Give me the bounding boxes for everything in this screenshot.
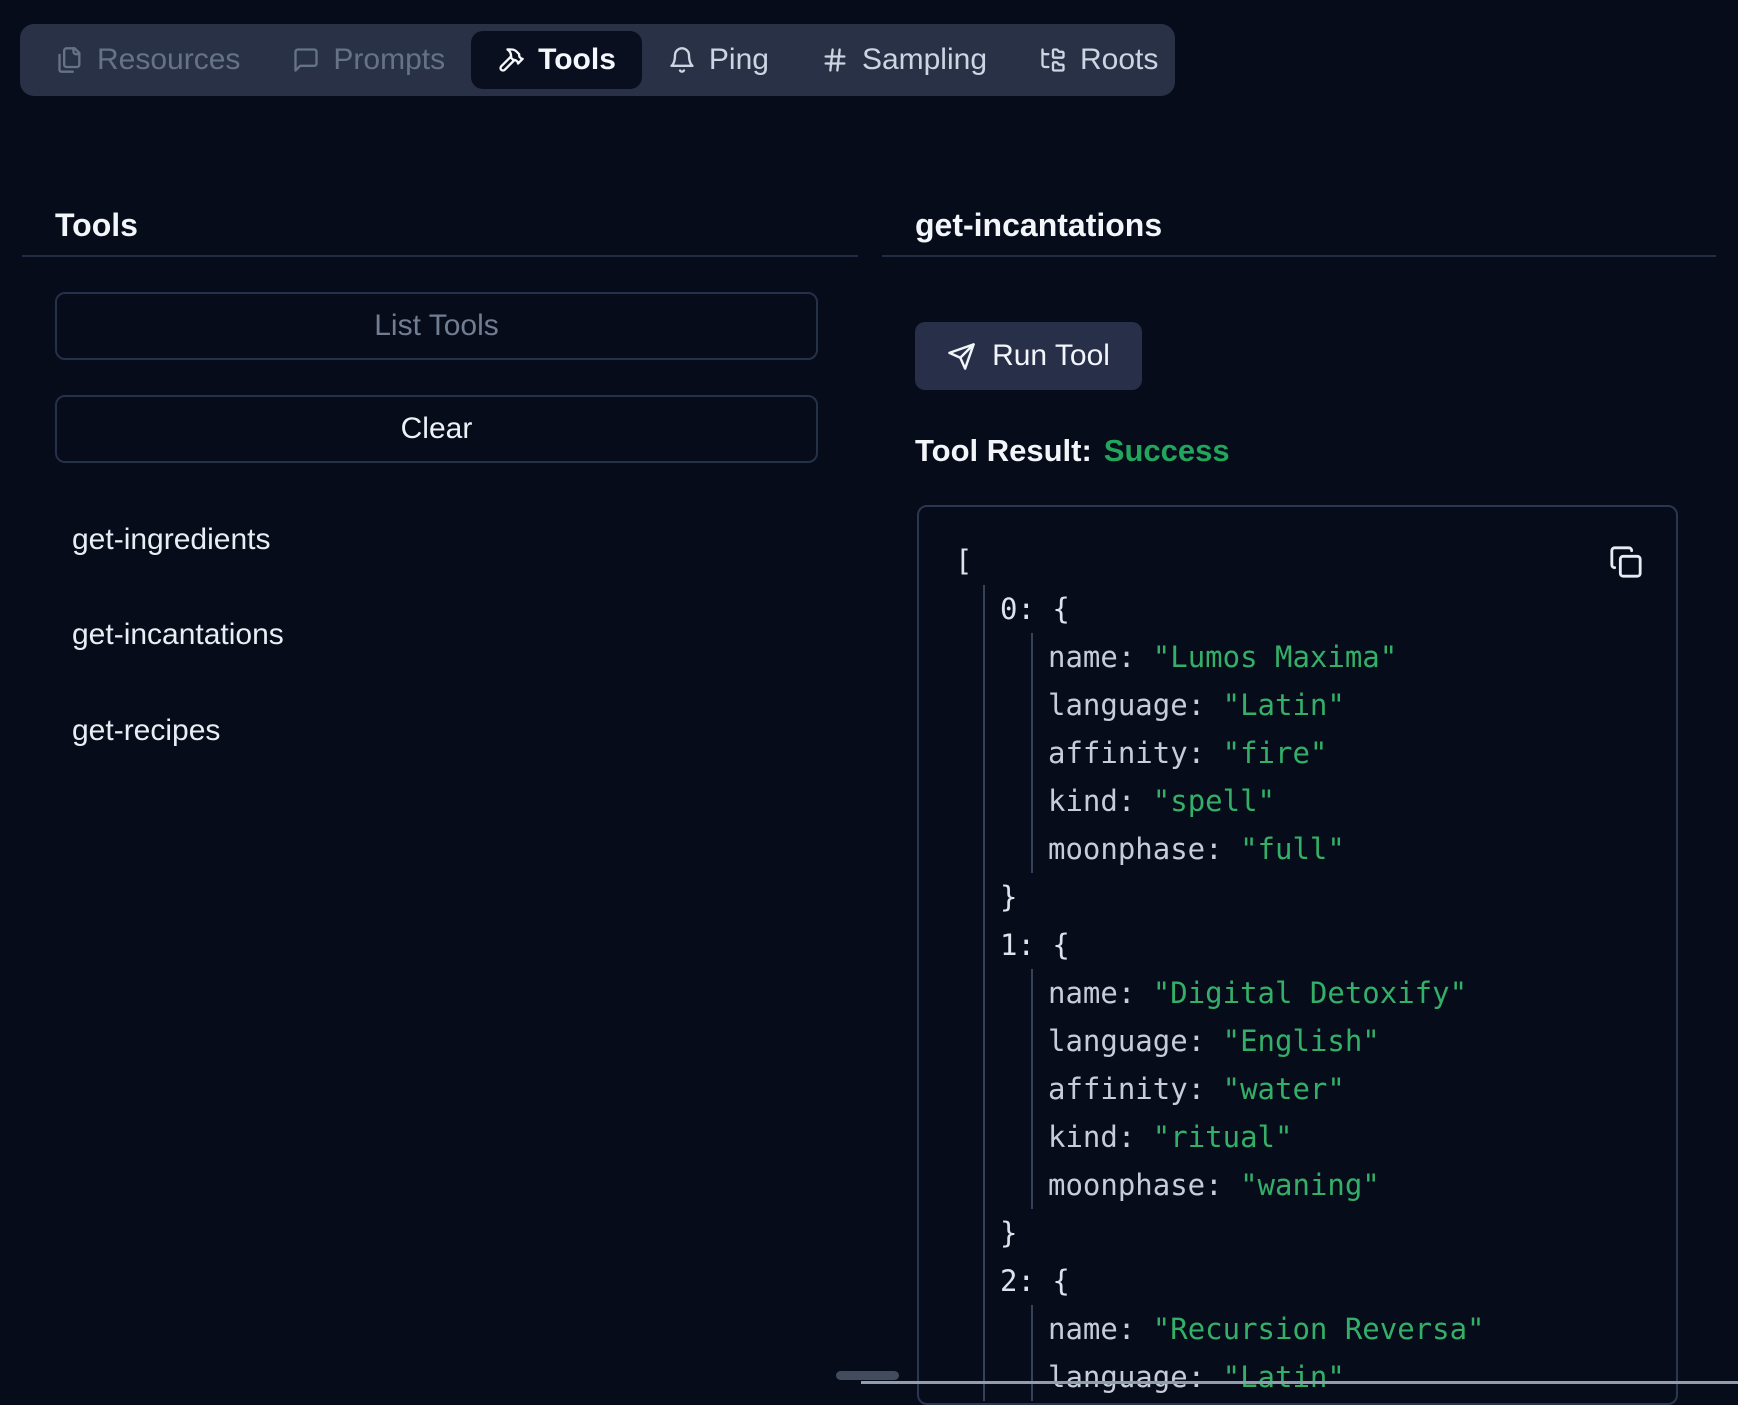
run-tool-label: Run Tool	[992, 339, 1110, 373]
tab-ping[interactable]: Ping	[642, 31, 795, 89]
send-icon	[947, 342, 976, 371]
tool-list-item-get-recipes[interactable]: get-recipes	[72, 712, 220, 750]
right-panel-divider	[882, 255, 1716, 257]
horizontal-scrollbar-thumb[interactable]	[836, 1371, 899, 1380]
clear-button[interactable]: Clear	[55, 395, 818, 463]
status-badge: Success	[1104, 433, 1230, 468]
left-panel-title: Tools	[55, 205, 138, 245]
tab-tools[interactable]: Tools	[471, 31, 642, 89]
tab-roots[interactable]: Roots	[1013, 31, 1184, 89]
tab-label: Roots	[1080, 43, 1158, 77]
copy-icon[interactable]	[1609, 545, 1643, 579]
tool-list-item-get-ingredients[interactable]: get-ingredients	[72, 521, 270, 559]
hash-icon	[821, 46, 849, 74]
bell-icon	[668, 46, 696, 74]
message-icon	[292, 46, 320, 74]
tab-label: Prompts	[333, 43, 445, 77]
files-icon	[56, 46, 84, 74]
tab-sampling[interactable]: Sampling	[795, 31, 1013, 89]
tool-result-label: Tool Result:	[915, 433, 1092, 468]
tool-list-item-get-incantations[interactable]: get-incantations	[72, 616, 284, 654]
left-panel-divider	[22, 255, 858, 257]
tab-label: Sampling	[862, 43, 987, 77]
top-nav-bar: Resources Prompts Tools Ping Sampling Ro…	[20, 24, 1175, 96]
hammer-icon	[497, 46, 525, 74]
tab-label: Resources	[97, 43, 240, 77]
tab-resources[interactable]: Resources	[30, 31, 266, 89]
tab-prompts[interactable]: Prompts	[266, 31, 471, 89]
selected-tool-title: get-incantations	[915, 205, 1162, 245]
tab-label: Tools	[538, 43, 616, 77]
list-tools-button[interactable]: List Tools	[55, 292, 818, 360]
run-tool-button[interactable]: Run Tool	[915, 322, 1142, 390]
tool-result-viewer: [0: {name: "Lumos Maxima"language: "Lati…	[917, 505, 1678, 1405]
json-tree: [0: {name: "Lumos Maxima"language: "Lati…	[955, 537, 1676, 1401]
folder-tree-icon	[1039, 46, 1067, 74]
tool-result-line: Tool Result: Success	[915, 433, 1230, 469]
tab-label: Ping	[709, 43, 769, 77]
